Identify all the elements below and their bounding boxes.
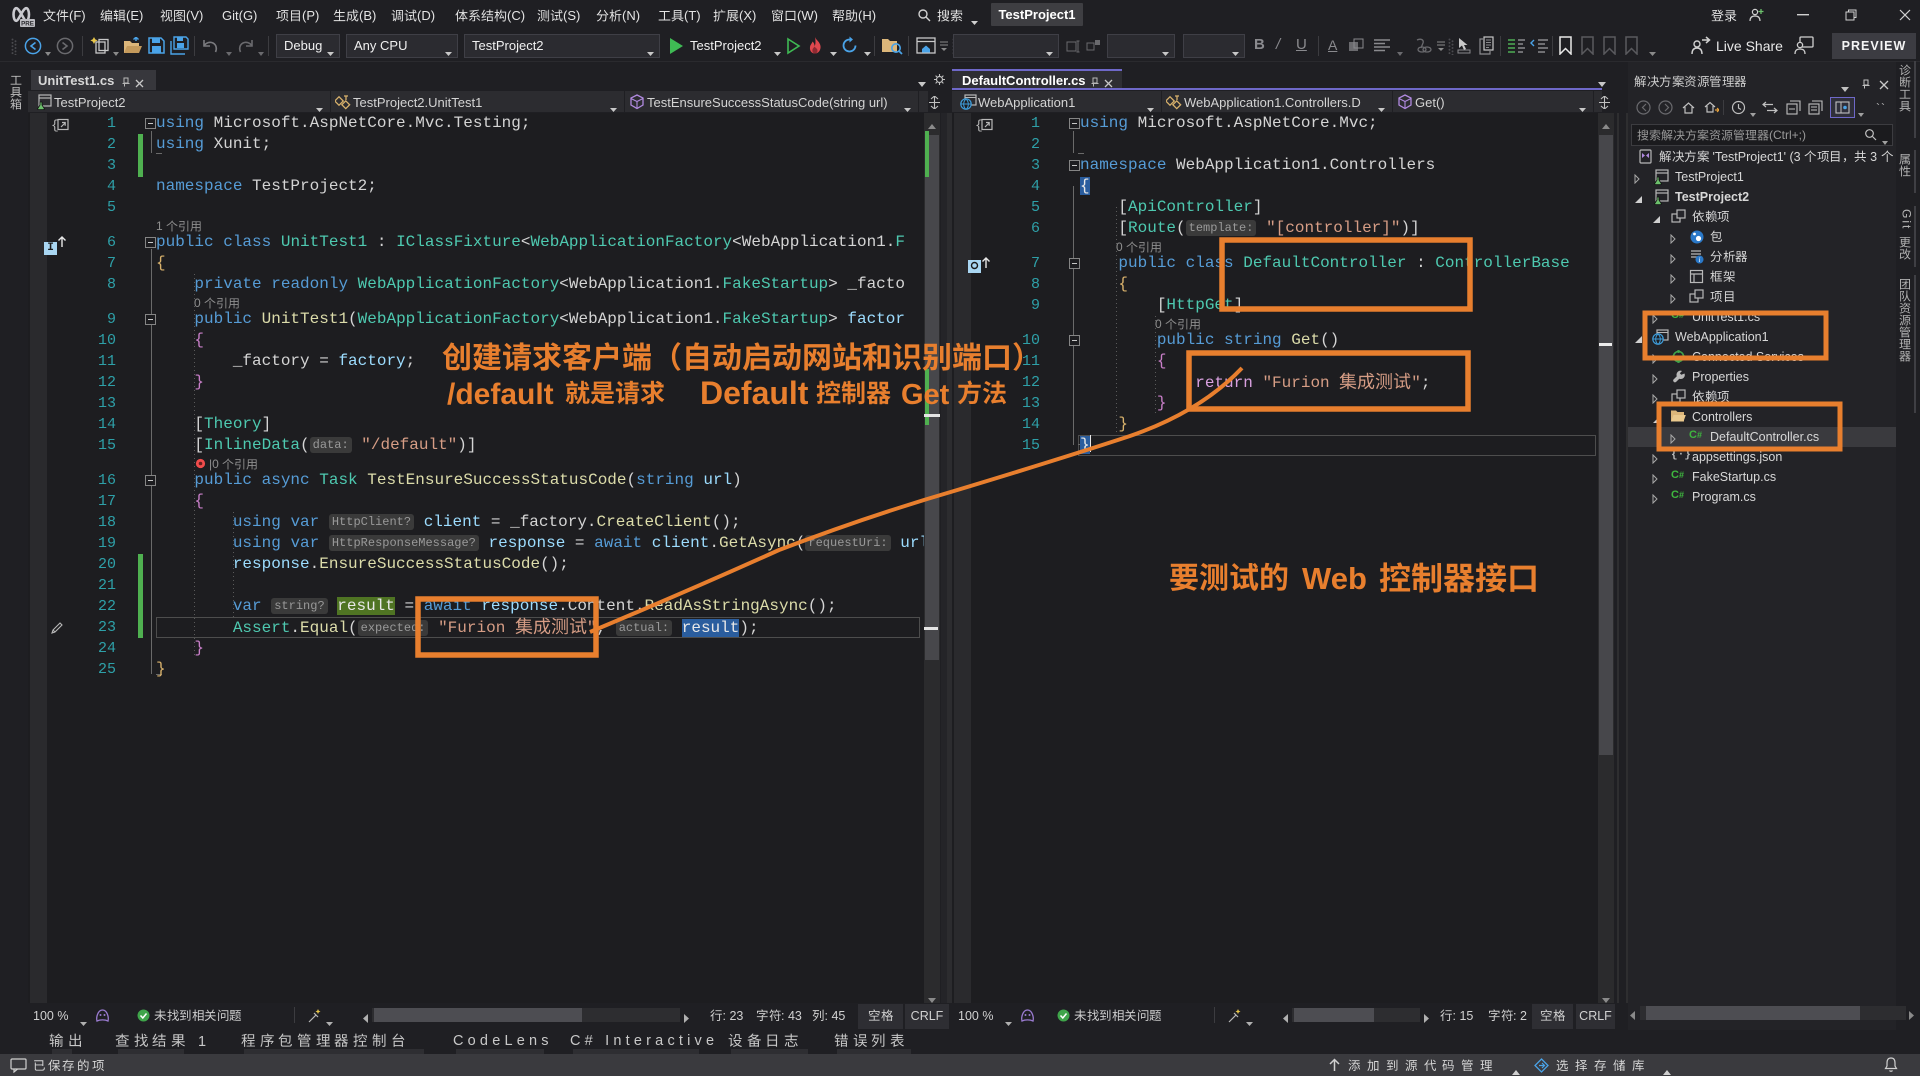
svg-text:/default: /default (447, 378, 554, 411)
svg-text:Get: Get (901, 379, 950, 411)
svg-text:Default: Default (700, 375, 809, 411)
svg-text:Web: Web (1302, 561, 1367, 596)
